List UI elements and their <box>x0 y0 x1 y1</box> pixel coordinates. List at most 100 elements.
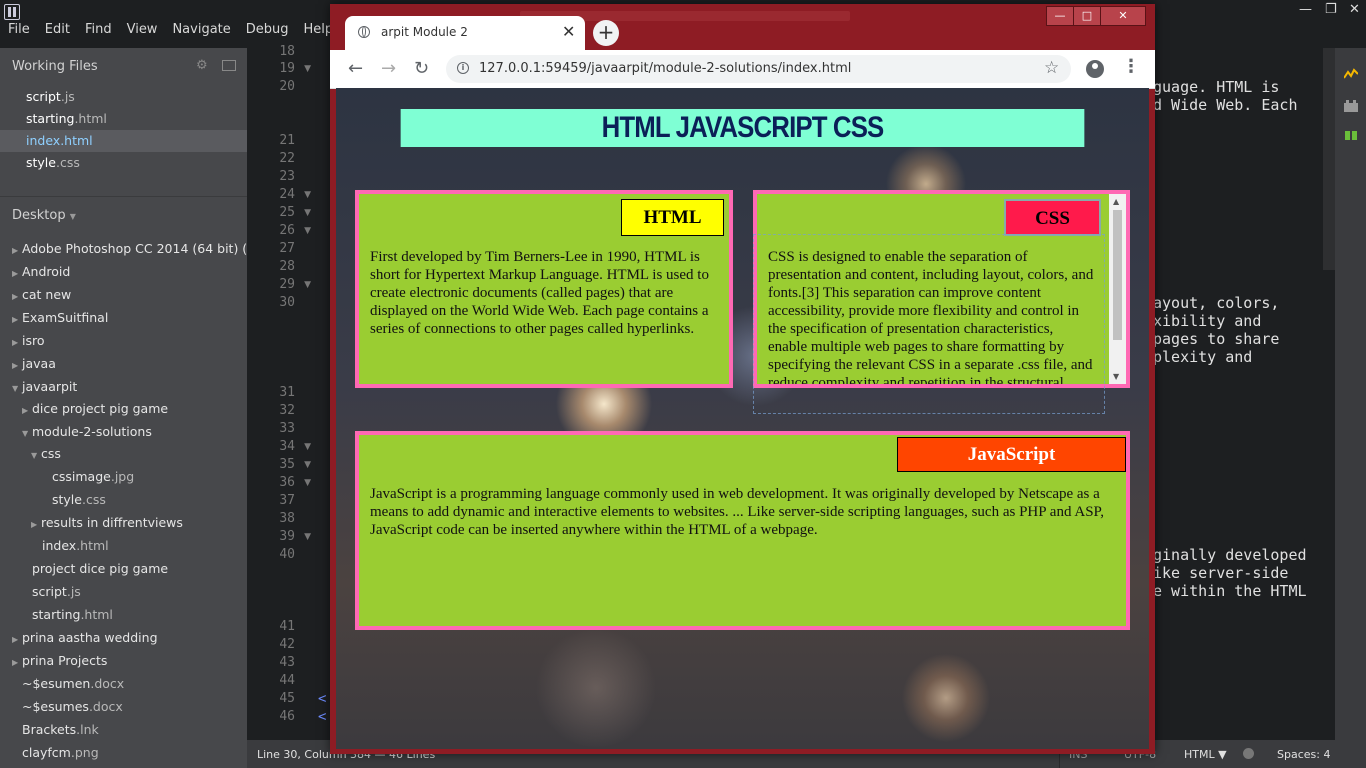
fold-arrow-icon[interactable]: ▼ <box>304 280 311 290</box>
scroll-down-icon[interactable]: ▼ <box>1113 372 1119 381</box>
menu-kebab-icon[interactable]: ⋮ <box>1122 56 1140 77</box>
working-file-starting-html[interactable]: starting.html <box>26 111 107 126</box>
page-viewport: HTML JAVASCRIPT CSS HTML First developed… <box>336 88 1149 749</box>
tree-item[interactable]: ~$esumen.docx <box>22 676 124 691</box>
tree-item[interactable]: cssimage.jpg <box>52 469 134 484</box>
tree-item[interactable]: ▶ javaa <box>12 356 56 371</box>
menu-navigate[interactable]: Navigate <box>172 22 230 37</box>
window-maximize-icon[interactable]: □ <box>1073 6 1101 26</box>
fold-arrow-icon[interactable]: ▼ <box>304 64 311 74</box>
tree-item[interactable]: ▶ prina Projects <box>12 653 107 668</box>
tree-label: Adobe Photoshop CC 2014 (64 bit) (Crac <box>22 241 276 256</box>
line-number: 42 <box>279 637 295 652</box>
tree-item[interactable]: starting.html <box>32 607 113 622</box>
code-tag-fragment: < <box>318 691 327 707</box>
editor-scroll-thumb[interactable] <box>1323 48 1335 270</box>
tree-item[interactable]: ▶ Adobe Photoshop CC 2014 (64 bit) (Crac <box>12 241 276 256</box>
tree-item[interactable]: ▼ javaarpit <box>12 379 77 394</box>
fold-arrow-icon[interactable]: ▼ <box>304 442 311 452</box>
fold-arrow-icon[interactable]: ▼ <box>304 208 311 218</box>
tree-item[interactable]: ▼ css <box>31 446 61 461</box>
tree-label: results in diffrentviews <box>41 515 183 530</box>
close-icon[interactable]: ✕ <box>1349 2 1360 17</box>
tree-item[interactable]: style.css <box>52 492 106 507</box>
project-dropdown[interactable]: Desktop ▼ <box>12 208 76 223</box>
bookmark-star-icon[interactable]: ☆ <box>1044 58 1059 78</box>
tree-item[interactable]: clayfcm.png <box>22 745 99 760</box>
line-number: 28 <box>279 259 295 274</box>
css-box-scroll-thumb[interactable] <box>1113 210 1122 340</box>
fold-arrow-icon[interactable]: ▼ <box>304 460 311 470</box>
tree-item[interactable]: ▶ Android <box>12 264 70 279</box>
info-icon[interactable]: i <box>457 62 469 74</box>
language-select[interactable]: HTML ▼ <box>1184 748 1227 761</box>
forward-arrow-icon[interactable]: → <box>381 58 396 79</box>
menu-view[interactable]: View <box>127 22 158 37</box>
code-line: ginally developed <box>1153 546 1307 564</box>
javascript-section: JavaScript JavaScript is a programming l… <box>355 431 1130 630</box>
css-label: CSS <box>1004 199 1101 236</box>
extension-manager-icon[interactable] <box>1344 100 1358 112</box>
fold-arrow-icon[interactable]: ▼ <box>304 190 311 200</box>
line-number: 29 <box>279 277 295 292</box>
menu-file[interactable]: File <box>8 22 30 37</box>
address-bar[interactable]: i 127.0.0.1:59459/javaarpit/module-2-sol… <box>446 55 1071 83</box>
gift-icon[interactable] <box>1344 128 1358 140</box>
menu-find[interactable]: Find <box>85 22 112 37</box>
fold-arrow-icon[interactable]: ▼ <box>304 226 311 236</box>
browser-tab[interactable]: arpit Module 2 ✕ <box>345 16 585 50</box>
split-view-icon[interactable] <box>222 60 236 71</box>
tree-label: javaa <box>22 356 56 371</box>
new-tab-button[interactable]: + <box>593 20 619 46</box>
tree-item[interactable]: ▼ module-2-solutions <box>22 424 152 439</box>
window-minimize-icon[interactable]: — <box>1046 6 1074 26</box>
menu-debug[interactable]: Debug <box>246 22 289 37</box>
working-file-style-css[interactable]: style.css <box>26 155 80 170</box>
element-inspect-outline <box>753 234 1105 414</box>
project-sidebar: Working Files ⚙ script.js starting.html … <box>0 48 276 768</box>
tree-label: dice project pig game <box>32 401 169 416</box>
tree-item[interactable]: ▶ dice project pig game <box>22 401 168 416</box>
scroll-up-icon[interactable]: ▲ <box>1113 197 1119 206</box>
back-arrow-icon[interactable]: ← <box>348 58 363 79</box>
tree-item[interactable]: ~$esumes.docx <box>22 699 123 714</box>
fold-arrow-icon[interactable]: ▼ <box>304 478 311 488</box>
code-line: plexity and <box>1153 348 1253 366</box>
indent-setting[interactable]: Spaces: 4 <box>1277 748 1330 761</box>
line-number: 24 <box>279 187 295 202</box>
tree-ext: .docx <box>90 676 125 691</box>
tree-item[interactable]: Brackets.lnk <box>22 722 99 737</box>
tree-label: module-2-solutions <box>32 424 152 439</box>
minimize-icon[interactable]: — <box>1299 2 1312 17</box>
window-close-icon[interactable]: ✕ <box>1100 6 1146 26</box>
tree-item[interactable]: ▶ prina aastha wedding <box>12 630 158 645</box>
fold-arrow-icon[interactable]: ▼ <box>304 532 311 542</box>
tree-item[interactable]: project dice pig game <box>32 561 168 576</box>
working-file-index-html[interactable]: index.html <box>0 130 247 152</box>
menu-edit[interactable]: Edit <box>45 22 70 37</box>
tree-item[interactable]: ▶ ExamSuitfinal <box>12 310 108 325</box>
line-number: 20 <box>279 79 295 94</box>
tree-item[interactable]: script.js <box>32 584 81 599</box>
tree-item[interactable]: index.html <box>42 538 109 553</box>
menu-help[interactable]: Help <box>304 22 334 37</box>
caret-down-icon: ▼ <box>12 384 19 393</box>
caret-right-icon: ▶ <box>22 406 29 415</box>
maximize-icon[interactable]: ❐ <box>1325 2 1337 17</box>
live-preview-icon[interactable] <box>1344 68 1358 80</box>
tab-close-icon[interactable]: ✕ <box>562 22 575 41</box>
working-file-script-js[interactable]: script.js <box>26 89 75 104</box>
linter-status-icon[interactable] <box>1243 748 1254 759</box>
reload-icon[interactable]: ↻ <box>414 58 429 79</box>
tree-label: starting <box>32 607 81 622</box>
tree-item[interactable]: ▶ isro <box>12 333 45 348</box>
tree-item[interactable]: ▶ results in diffrentviews <box>31 515 183 530</box>
css-box-scrollbar[interactable]: ▲ ▼ <box>1109 194 1126 384</box>
tree-item[interactable]: ▶ cat new <box>12 287 71 302</box>
account-avatar-icon[interactable] <box>1086 60 1104 78</box>
gear-icon[interactable]: ⚙ <box>196 58 208 73</box>
code-line: ike server-side <box>1153 564 1289 582</box>
url-text[interactable]: 127.0.0.1:59459/javaarpit/module-2-solut… <box>479 61 851 76</box>
page-heading: HTML JAVASCRIPT CSS <box>400 109 1085 147</box>
tree-label: ~$esumen <box>22 676 91 691</box>
